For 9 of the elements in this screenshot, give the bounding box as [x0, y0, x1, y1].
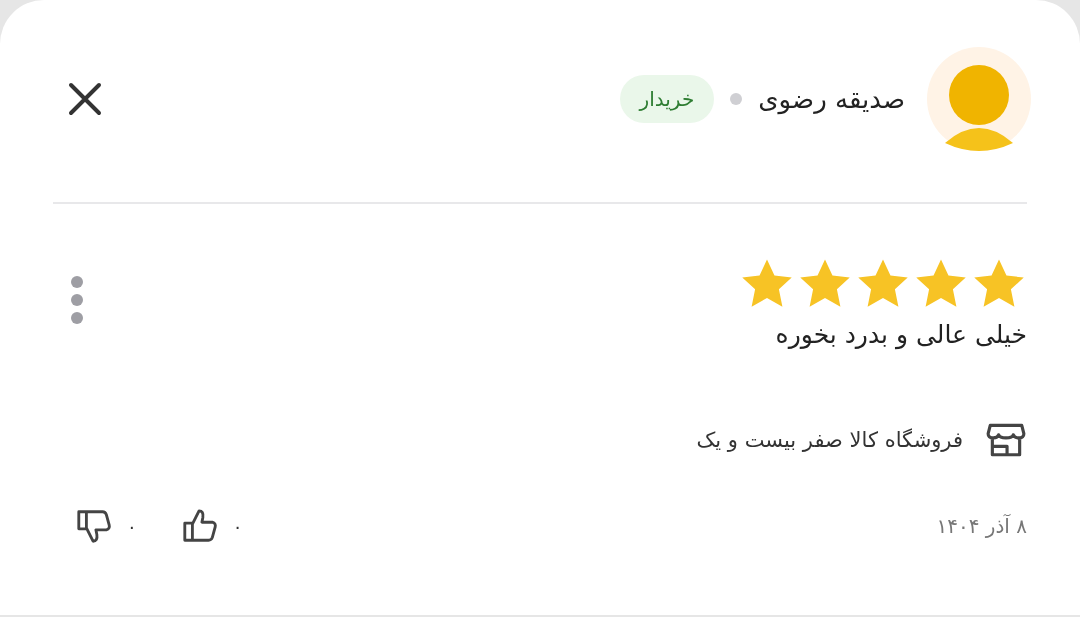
separator-dot-icon — [730, 93, 743, 105]
seller-name: فروشگاه کالا صفر بیست و یک — [696, 428, 963, 452]
dislike-button[interactable]: ۰ — [75, 507, 137, 545]
like-button[interactable]: ۰ — [180, 507, 243, 545]
review-date: ۸ آذر ۱۴۰۴ — [936, 514, 1027, 538]
review-text: خیلی عالی و بدرد بخوره — [774, 320, 1027, 349]
buyer-badge: خریدار — [619, 75, 715, 123]
reviewer-name: صدیقه رضوی — [758, 84, 905, 114]
avatar-icon — [927, 47, 1031, 151]
